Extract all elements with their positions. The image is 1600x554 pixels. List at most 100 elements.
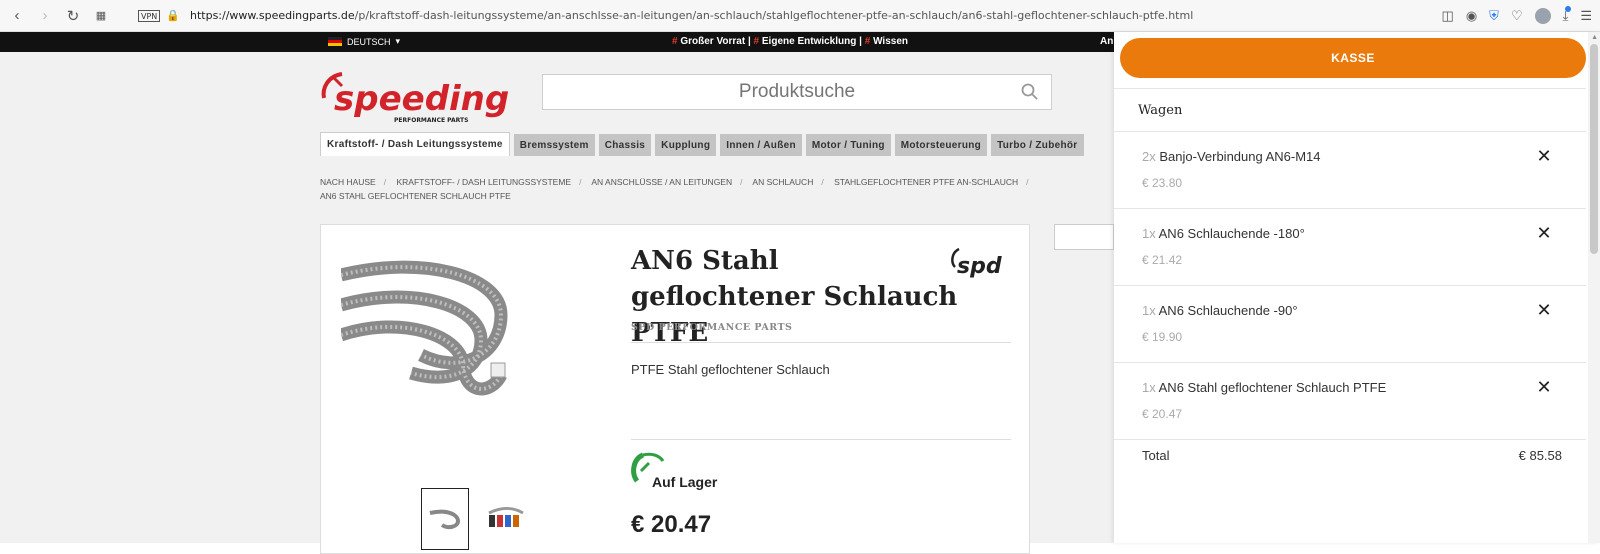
product-panel: AN6 Stahl geflochtener Schlauch PTFE spd…: [320, 224, 1030, 554]
lock-icon[interactable]: 🔒: [166, 9, 180, 22]
category-tab[interactable]: Kupplung: [655, 134, 717, 156]
category-tab[interactable]: Chassis: [598, 134, 652, 156]
forward-icon[interactable]: ›: [34, 5, 56, 27]
menu-icon[interactable]: ☰: [1580, 8, 1592, 24]
remove-item-close-icon[interactable]: ✕: [1536, 147, 1552, 165]
product-image[interactable]: [341, 245, 571, 425]
cart-item-price: € 23.80: [1142, 176, 1183, 190]
speed-dial-icon[interactable]: ▦: [90, 5, 112, 27]
shield-icon[interactable]: ⛨: [1489, 8, 1499, 24]
category-tab[interactable]: Motorsteuerung: [894, 134, 988, 156]
cart-item-price: € 20.47: [1142, 407, 1183, 421]
side-box: [1054, 224, 1114, 250]
language-label: DEUTSCH: [347, 36, 391, 47]
url-path: /p/kraftstoff-dash-leitungssysteme/an-an…: [354, 9, 1194, 22]
thumbnail-image[interactable]: [483, 488, 531, 550]
cart-item: 1x AN6 Schlauchende -90° € 19.90 ✕: [1114, 286, 1586, 362]
divider: [1114, 88, 1586, 89]
url-domain: https://www.speedingparts.de: [189, 9, 355, 22]
breadcrumb: Nach Hause / Kraftstoff- / Dash Leitungss…: [320, 177, 1029, 201]
browser-actions: ◫ ◉ ⛨ ♡ ⤓ ☰: [1442, 0, 1592, 32]
product-price: € 20.47: [631, 511, 712, 538]
cart-title: Wagen: [1138, 103, 1183, 118]
category-tab[interactable]: Innen / Außen: [720, 134, 802, 156]
breadcrumb-link[interactable]: An Anschlüsse / An Leitungen: [591, 177, 732, 187]
cart-item: 1x AN6 Schlauchende -180° € 21.42 ✕: [1114, 209, 1586, 285]
category-tab[interactable]: Turbo / Zubehör: [991, 134, 1084, 156]
cart-item-title: AN6 Schlauchende -180°: [1158, 226, 1305, 241]
thumbnail-strip: [421, 488, 531, 550]
cart-item: 1x AN6 Stahl geflochtener Schlauch PTFE …: [1114, 363, 1586, 439]
profile-avatar-icon[interactable]: [1534, 8, 1551, 24]
remove-item-close-icon[interactable]: ✕: [1536, 224, 1552, 242]
thumbnail-image[interactable]: [421, 488, 469, 550]
cart-item-price: € 21.42: [1142, 253, 1183, 267]
breadcrumb-link[interactable]: Stahlgeflochtener PTFE An-Schlauch: [834, 177, 1018, 187]
reader-icon[interactable]: ◫: [1442, 8, 1454, 24]
cart-item-title: AN6 Stahl geflochtener Schlauch PTFE: [1158, 380, 1387, 395]
scroll-up-icon[interactable]: ▲: [1591, 34, 1598, 41]
search-icon[interactable]: [1021, 83, 1039, 101]
breadcrumb-link[interactable]: Nach Hause: [320, 177, 376, 187]
cart-item-name[interactable]: 1x AN6 Schlauchende -90°: [1142, 303, 1298, 318]
browser-toolbar: ‹ › ↻ ▦ VPN 🔒 https://www.speedingparts.…: [0, 0, 1600, 32]
category-tab[interactable]: Bremssystem: [513, 134, 595, 156]
promo-item: Großer Vorrat: [680, 36, 746, 47]
promo-text: # Großer Vorrat | # Eigene Entwicklung |…: [672, 36, 908, 47]
chevron-down-icon: ▾: [395, 36, 401, 46]
top-link[interactable]: An: [1100, 36, 1113, 47]
breadcrumb-link[interactable]: Kraftstoff- / Dash Leitungssysteme: [396, 177, 571, 187]
cart-item-name[interactable]: 1x AN6 Schlauchende -180°: [1142, 226, 1305, 241]
scrollbar-thumb[interactable]: [1590, 44, 1598, 254]
language-selector[interactable]: DEUTSCH ▾: [328, 36, 400, 47]
promo-separator: |: [856, 36, 865, 47]
cart-item-price: € 19.90: [1142, 330, 1183, 344]
remove-item-close-icon[interactable]: ✕: [1536, 378, 1552, 396]
reload-icon[interactable]: ↻: [62, 5, 84, 27]
hash-mark: #: [753, 36, 760, 47]
vpn-badge[interactable]: VPN: [138, 9, 161, 22]
cart-drawer: KASSE Wagen 2x Banjo-Verbindung AN6-M14 …: [1114, 32, 1600, 543]
cart-item: 2x Banjo-Verbindung AN6-M14 € 23.80 ✕: [1114, 132, 1586, 208]
back-icon[interactable]: ‹: [6, 5, 28, 27]
cart-total-label: Total: [1142, 448, 1170, 463]
brand-logo[interactable]: spd: [949, 245, 1013, 279]
product-title: AN6 Stahl geflochtener Schlauch PTFE: [631, 246, 958, 348]
divider: [631, 439, 1011, 440]
category-tab[interactable]: Kraftstoff- / Dash Leitungssysteme: [320, 132, 510, 156]
german-flag-icon: [328, 37, 342, 46]
logo-subtext: PERFORMANCE PARTS: [394, 117, 468, 124]
breadcrumb-current: AN6 Stahl geflochtener Schlauch PTFE: [320, 191, 511, 201]
breadcrumb-link[interactable]: An Schlauch: [752, 177, 813, 187]
category-nav: Kraftstoff- / Dash Leitungssysteme Brems…: [320, 132, 1084, 156]
heart-icon[interactable]: ♡: [1511, 8, 1523, 24]
brand-logo-text: spd: [957, 254, 1002, 279]
cart-item-title: Banjo-Verbindung AN6-M14: [1159, 149, 1321, 164]
promo-item: Eigene Entwicklung: [761, 36, 857, 47]
speeding-logo[interactable]: speeding PERFORMANCE PARTS: [320, 68, 510, 126]
cart-item-name[interactable]: 2x Banjo-Verbindung AN6-M14: [1142, 149, 1321, 164]
divider: [1114, 439, 1586, 440]
search-input[interactable]: [587, 81, 1007, 103]
cart-item-name[interactable]: 1x AN6 Stahl geflochtener Schlauch PTFE: [1142, 380, 1386, 395]
remove-item-close-icon[interactable]: ✕: [1536, 301, 1552, 319]
checkout-button[interactable]: KASSE: [1120, 38, 1586, 78]
divider: [631, 342, 1011, 343]
hash-mark: #: [672, 36, 678, 47]
cart-item-title: AN6 Schlauchende -90°: [1158, 303, 1298, 318]
cart-item-qty: 1x: [1142, 380, 1156, 395]
cart-total-value: € 85.58: [1518, 448, 1562, 463]
stock-status: Auf Lager: [652, 474, 718, 490]
category-tab[interactable]: Motor / Tuning: [805, 134, 891, 156]
product-description: PTFE Stahl geflochtener Schlauch: [631, 362, 830, 377]
cart-item-qty: 1x: [1142, 226, 1156, 241]
product-brand[interactable]: SPD PERFORMANCE PARTS: [631, 322, 792, 333]
drawer-scrollbar[interactable]: ▲: [1588, 32, 1600, 543]
promo-separator: |: [745, 36, 754, 47]
camera-icon[interactable]: ◉: [1466, 8, 1477, 24]
search-box: [542, 74, 1052, 110]
hash-mark: #: [864, 36, 871, 47]
cart-item-qty: 1x: [1142, 303, 1156, 318]
address-bar[interactable]: https://www.speedingparts.de/p/kraftstof…: [190, 9, 1193, 22]
download-icon[interactable]: ⤓: [1563, 6, 1571, 24]
